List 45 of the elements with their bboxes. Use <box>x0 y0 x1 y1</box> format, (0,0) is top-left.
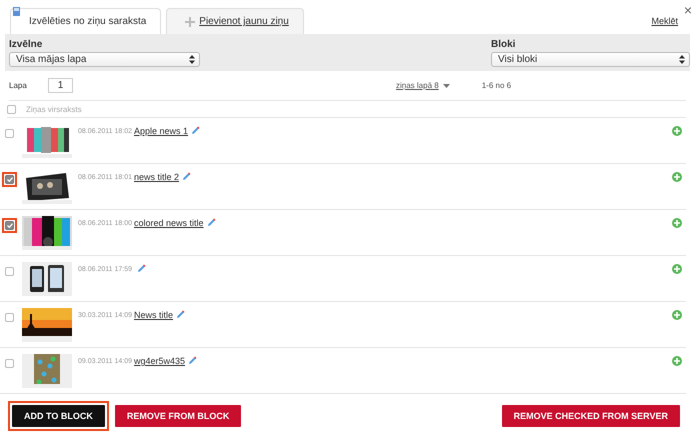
checkbox[interactable] <box>5 313 14 322</box>
add-icon[interactable] <box>672 172 682 182</box>
news-title-link[interactable]: Apple news 1 <box>134 126 188 163</box>
checkbox[interactable] <box>5 129 14 138</box>
news-title-link[interactable]: wg4er5w435 <box>134 356 186 393</box>
pencil-icon[interactable] <box>137 264 146 273</box>
tab[interactable]: Izvēlēties no ziņu saraksta <box>10 8 162 34</box>
updown-icon <box>679 55 685 64</box>
search-link[interactable]: Meklēt <box>651 16 678 26</box>
checkbox[interactable] <box>5 267 14 276</box>
add-icon[interactable] <box>672 310 682 320</box>
caret-icon <box>442 84 450 88</box>
tab[interactable]: Pievienot jaunu ziņu <box>166 8 304 34</box>
news-title-link[interactable]: colored news title <box>134 218 204 255</box>
checkbox[interactable] <box>5 359 14 368</box>
updown-icon <box>189 55 195 64</box>
select-field[interactable]: Visi bloki <box>491 52 690 67</box>
news-title-link[interactable]: News title <box>134 310 174 347</box>
page-field[interactable]: 1 <box>48 78 73 93</box>
action-button[interactable]: REMOVE FROM BLOCK <box>114 405 242 427</box>
filter-label: Bloki <box>491 39 516 50</box>
add-icon[interactable] <box>672 126 682 136</box>
page-label: Lapa <box>9 81 28 90</box>
pencil-icon[interactable] <box>176 310 186 319</box>
range-text: 1-6 no 6 <box>482 81 512 90</box>
column-header: Ziņas virsraksts <box>26 104 82 114</box>
checkbox[interactable] <box>5 221 14 230</box>
close-button[interactable]: × <box>684 2 692 18</box>
filter-label: Izvēlne <box>9 39 44 50</box>
pencil-icon[interactable] <box>206 218 216 227</box>
add-icon[interactable] <box>672 356 682 366</box>
select-field[interactable]: Visa mājas lapa <box>9 52 200 67</box>
per-page-link[interactable]: ziņas lapā 8 <box>396 81 450 90</box>
checkbox[interactable] <box>7 104 16 114</box>
add-icon[interactable] <box>672 264 682 274</box>
news-title-link[interactable]: news title 2 <box>134 172 180 209</box>
pencil-icon[interactable] <box>182 172 192 181</box>
action-button[interactable]: REMOVE CHECKED FROM SERVER <box>502 405 680 427</box>
action-button[interactable]: ADD TO BLOCK <box>12 405 105 427</box>
book-icon <box>13 7 20 16</box>
checkbox[interactable] <box>5 175 14 184</box>
pencil-icon[interactable] <box>188 356 198 365</box>
pencil-icon[interactable] <box>191 126 200 135</box>
plus-icon <box>185 16 196 26</box>
add-icon[interactable] <box>672 218 682 228</box>
